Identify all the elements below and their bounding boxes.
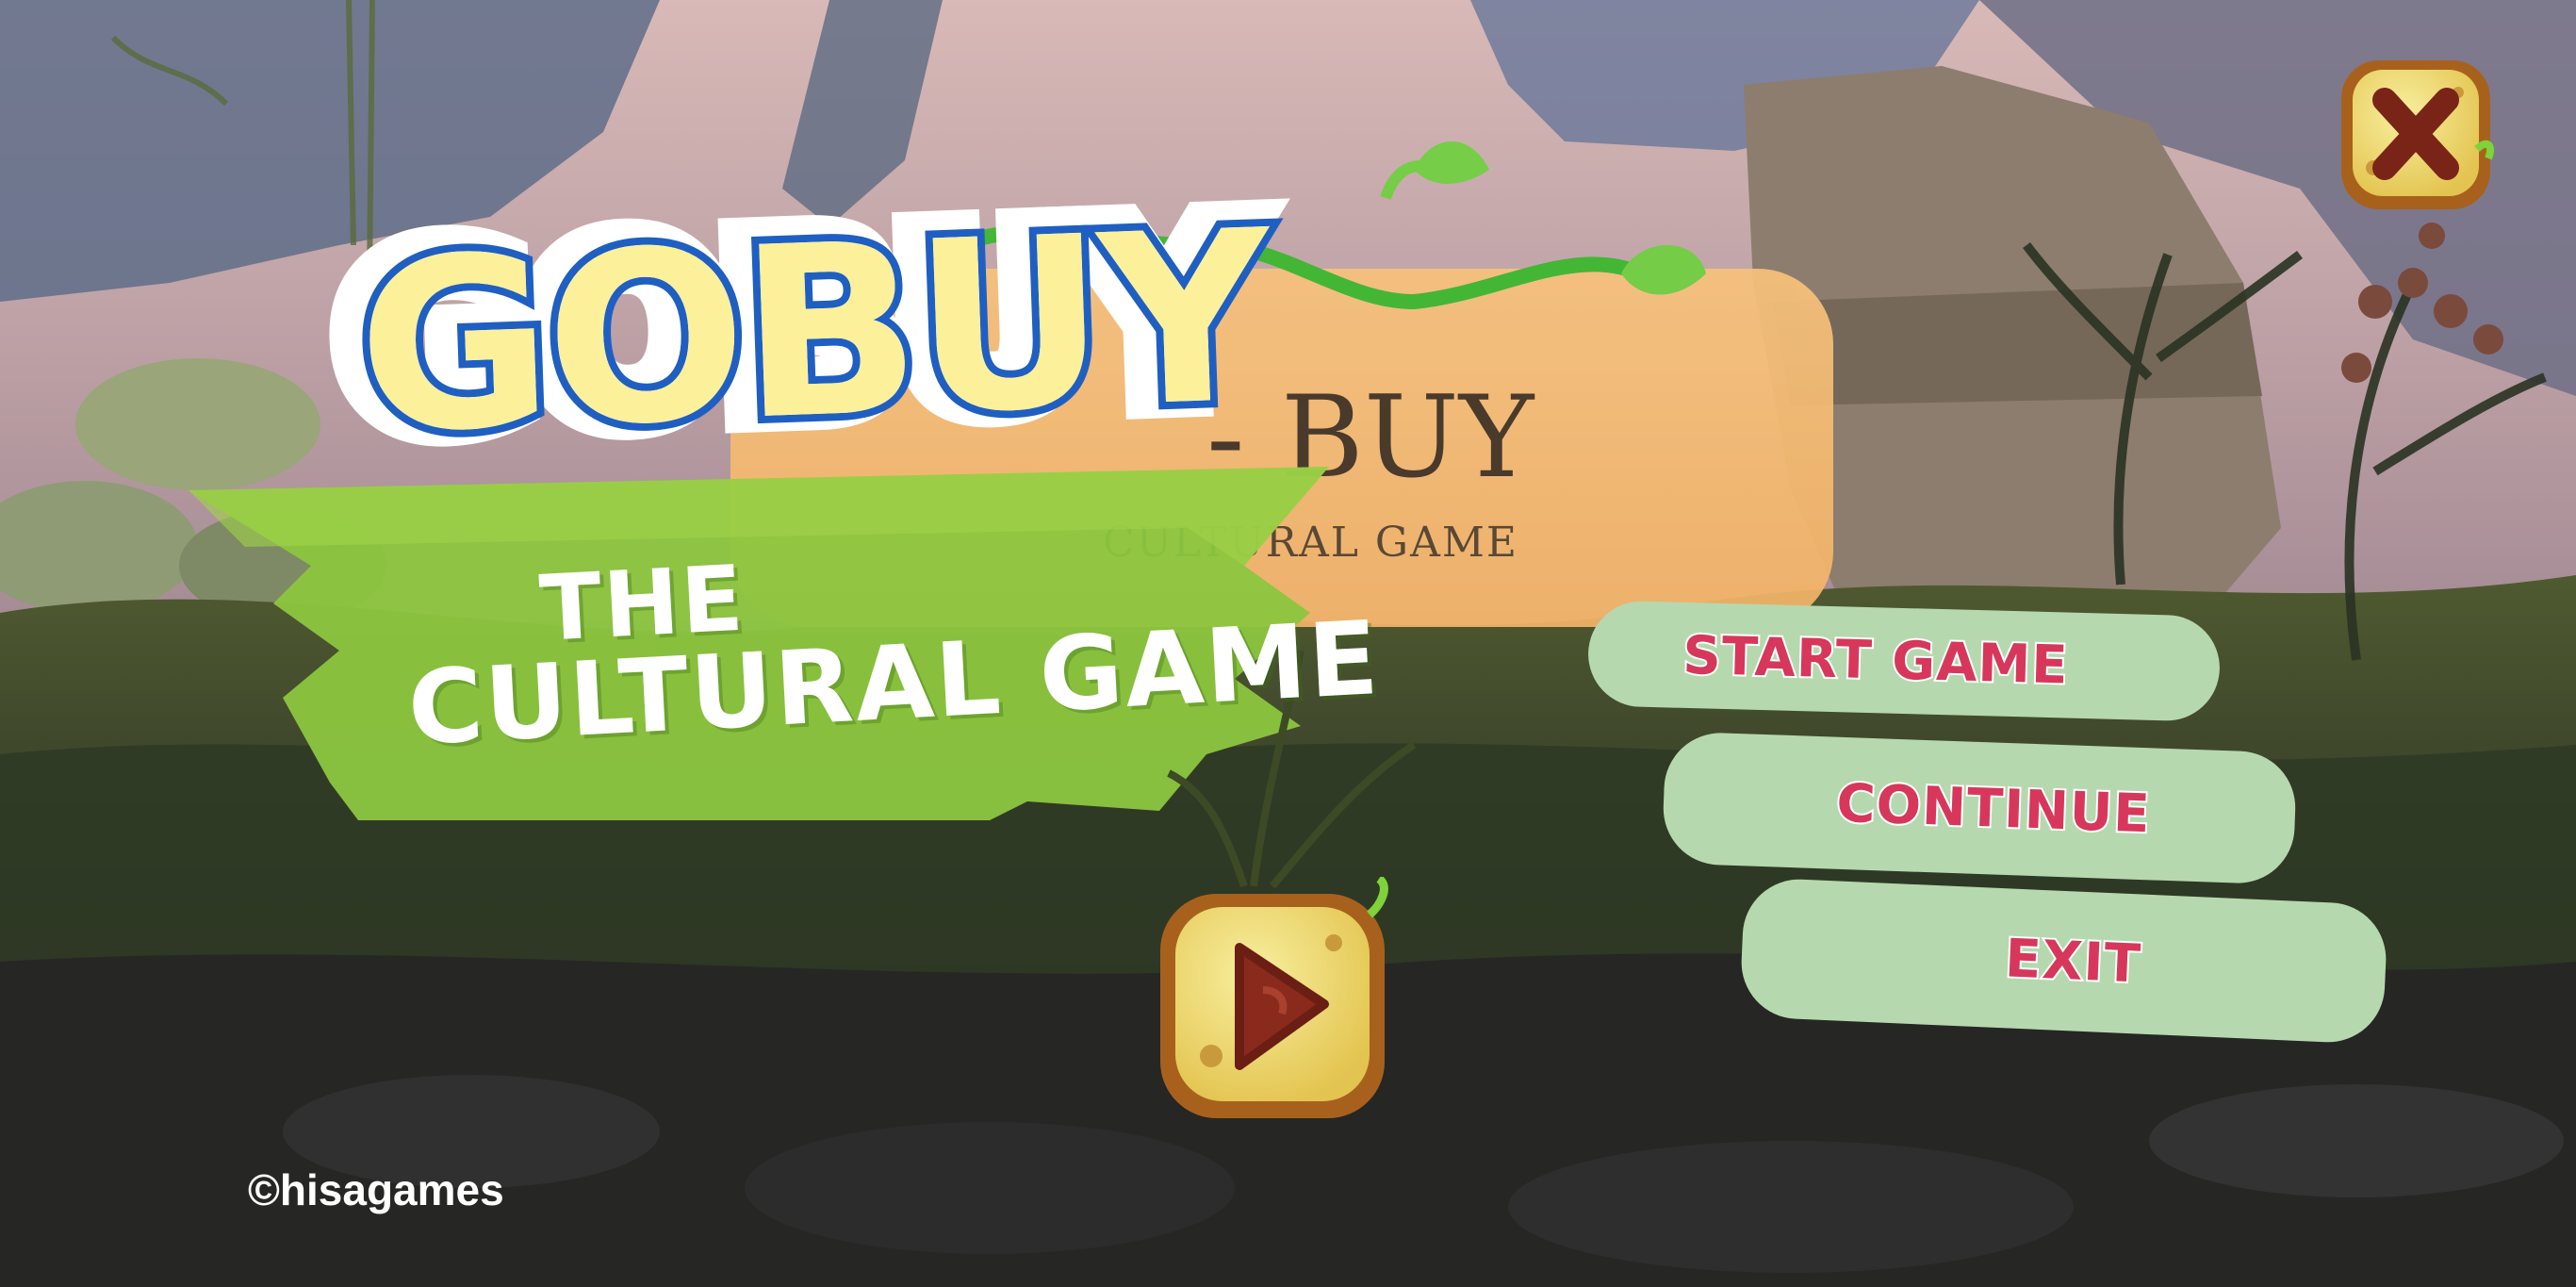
continue-button[interactable]: CONTINUE — [1661, 731, 2298, 885]
play-button[interactable] — [1155, 875, 1395, 1124]
continue-label: CONTINUE — [1833, 770, 2153, 847]
exit-button[interactable]: EXIT — [1739, 877, 2388, 1045]
close-button[interactable] — [2336, 55, 2496, 215]
exit-label: EXIT — [2002, 926, 2144, 997]
game-logo: GOBUY GOBUY — [313, 153, 1296, 537]
play-icon — [1160, 875, 1388, 1118]
start-game-label: START GAME — [1681, 622, 2072, 698]
logo-title: GOBUY — [346, 172, 1277, 492]
copyright-text: ©hisagames — [248, 1165, 504, 1214]
game-screen: - BUY CULTURAL GAME GOBUY GOBUY THE CULT… — [0, 0, 2576, 1287]
close-icon — [2341, 60, 2495, 209]
start-game-button[interactable]: START GAME — [1586, 600, 2222, 722]
